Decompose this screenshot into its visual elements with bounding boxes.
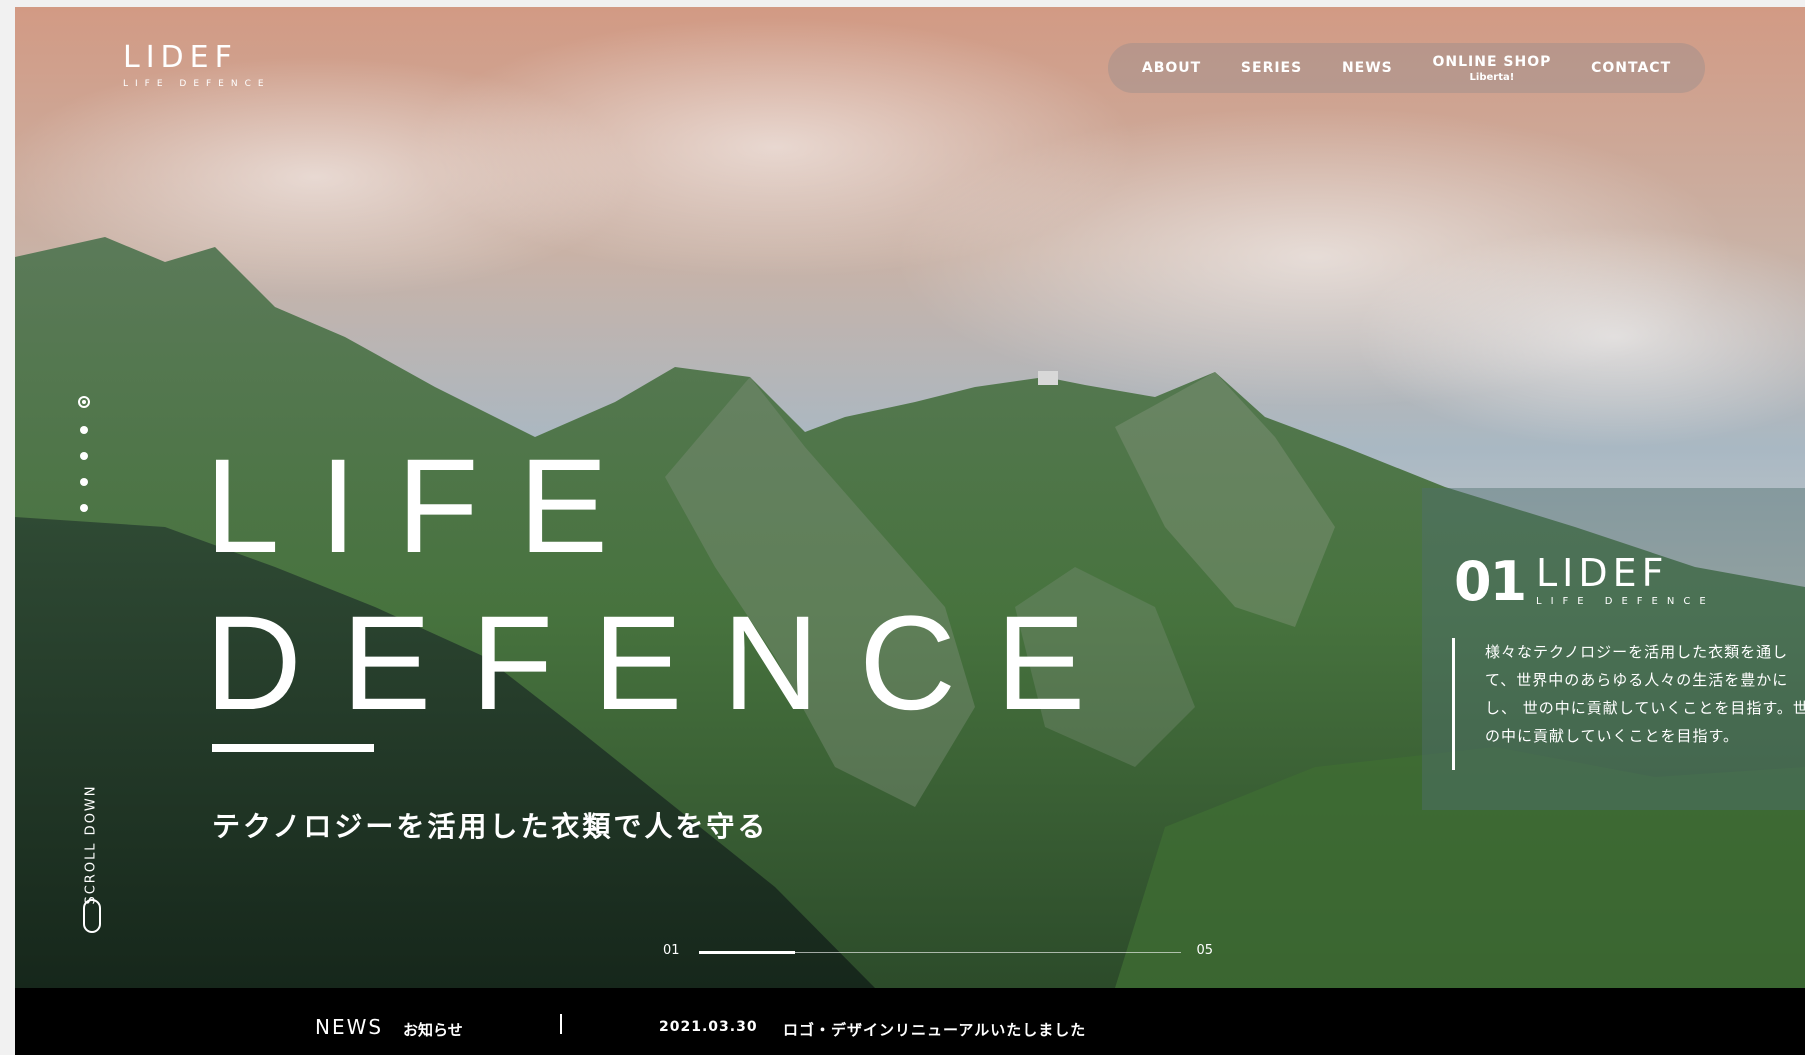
nav-contact[interactable]: CONTACT — [1591, 60, 1671, 76]
progress-start: 01 — [663, 943, 680, 958]
hero-tagline: テクノロジーを活用した衣類で人を守る — [212, 810, 769, 843]
news-headline-link[interactable]: ロゴ・デザインリニューアルいたしました — [783, 1019, 1086, 1040]
news-divider — [560, 1014, 562, 1034]
progress-track — [699, 951, 1181, 954]
panel-logo-mark: LIDEF — [1536, 551, 1669, 595]
nav-news[interactable]: NEWS — [1342, 60, 1393, 76]
panel-logo: LIDEF LIFE DEFENCE — [1536, 554, 1715, 607]
slide-pagination — [72, 396, 96, 530]
nav-about[interactable]: ABOUT — [1142, 60, 1201, 76]
logo-subtitle: LIFE DEFENCE — [123, 79, 271, 89]
panel-logo-subtitle: LIFE DEFENCE — [1536, 596, 1715, 607]
news-label: NEWS — [315, 1015, 384, 1039]
nav-online-shop-label: ONLINE SHOP — [1432, 53, 1552, 70]
series-panel[interactable]: 01 LIDEF LIFE DEFENCE 様々なテクノロジーを活用した衣類を通… — [1422, 488, 1805, 810]
news-ticker: NEWS お知らせ 2021.03.30 ロゴ・デザインリニューアルいたしました — [15, 988, 1805, 1055]
mouse-icon — [83, 899, 101, 933]
slide-dot-1[interactable] — [78, 396, 90, 408]
logo-mark: LIDEF — [123, 40, 238, 75]
slide-dot-4[interactable] — [80, 478, 88, 486]
nav-news-label: NEWS — [1341, 60, 1393, 76]
slide-progress: 01 05 — [663, 943, 1213, 963]
panel-description: 様々なテクノロジーを活用した衣類を通して、世界中のあらゆる人々の生活を豊かにし、… — [1485, 643, 1805, 745]
hero-title-line-1: LIFE — [205, 432, 648, 581]
nav-series[interactable]: SERIES — [1241, 60, 1302, 76]
panel-accent-bar — [1452, 638, 1455, 770]
brand-logo[interactable]: LIDEF LIFE DEFENCE — [123, 40, 271, 90]
news-date: 2021.03.30 — [659, 1019, 758, 1035]
nav-contact-label: CONTACT — [1591, 60, 1672, 76]
main-nav: ABOUT SERIES NEWS ONLINE SHOP Liberta! C… — [1108, 43, 1705, 93]
scroll-down[interactable]: SCROLL DOWN — [81, 777, 101, 937]
news-sublabel: お知らせ — [403, 1021, 463, 1039]
panel-number: 01 — [1454, 550, 1527, 613]
slide-dot-5[interactable] — [80, 504, 88, 512]
nav-online-shop-sub: Liberta! — [1469, 71, 1515, 83]
nav-series-label: SERIES — [1240, 60, 1303, 76]
slide-dot-2[interactable] — [80, 426, 88, 434]
slide-dot-3[interactable] — [80, 452, 88, 460]
title-underline — [212, 744, 374, 752]
scroll-down-label: SCROLL DOWN — [83, 784, 99, 905]
progress-fill — [699, 951, 796, 954]
hero-section: LIDEF LIFE DEFENCE ABOUT SERIES NEWS ONL… — [15, 7, 1805, 988]
hero-title-line-2: DEFENCE — [205, 589, 1126, 738]
nav-online-shop[interactable]: ONLINE SHOP Liberta! — [1433, 54, 1552, 83]
nav-about-label: ABOUT — [1141, 60, 1202, 76]
progress-end: 05 — [1196, 943, 1213, 958]
